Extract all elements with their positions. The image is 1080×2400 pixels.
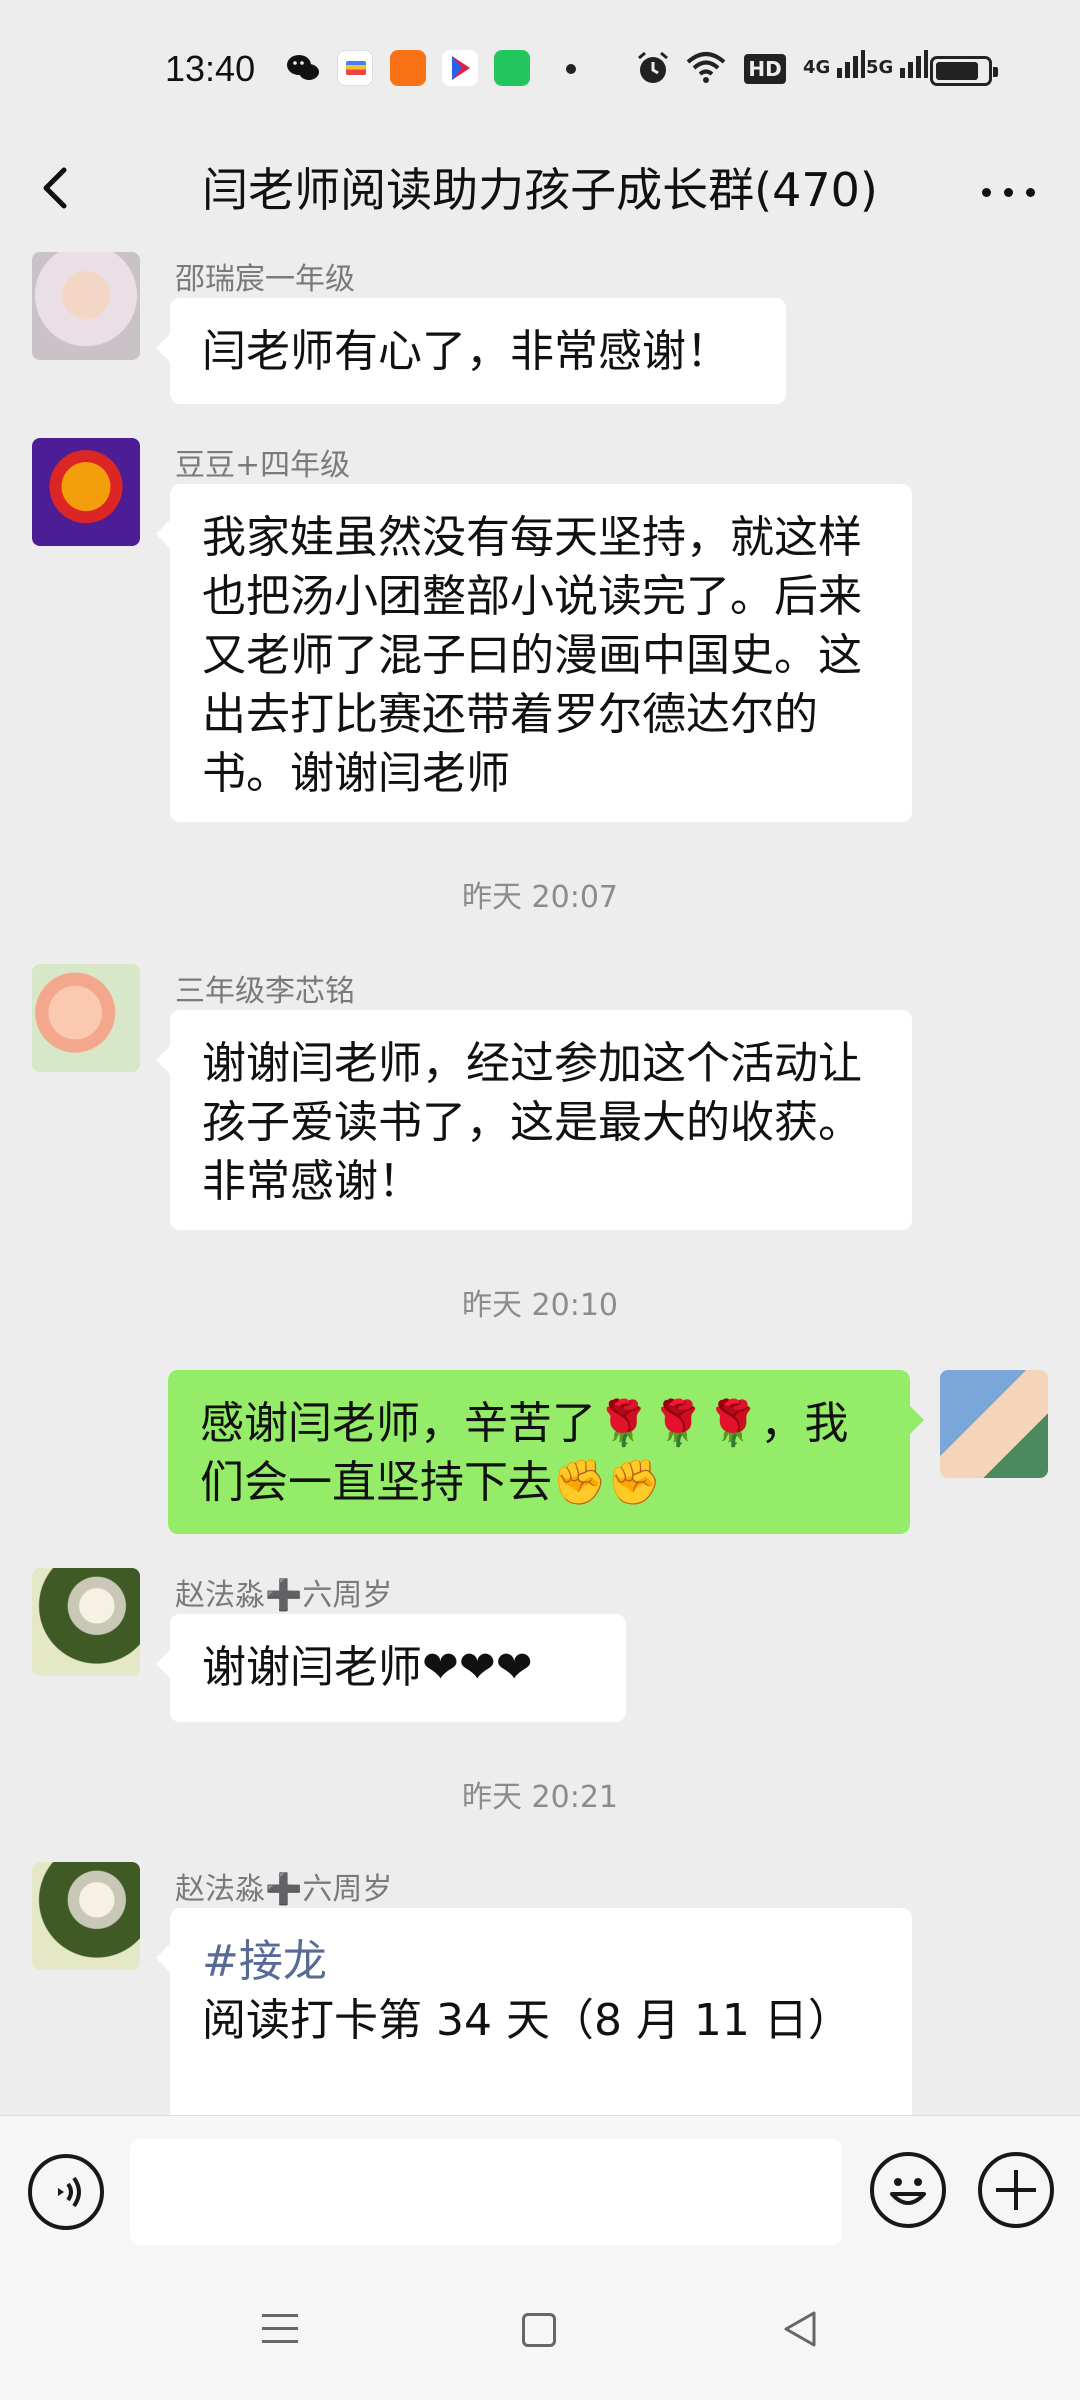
input-bar — [0, 2115, 1080, 2265]
app-notification-icon — [390, 50, 426, 86]
voice-button[interactable] — [28, 2154, 104, 2230]
more-actions-button[interactable] — [978, 2152, 1054, 2228]
system-nav-bar — [0, 2265, 1080, 2400]
signal-4g-icon: 4G — [803, 48, 866, 78]
video-app-icon — [442, 50, 478, 86]
sender-name: 三年级李芯铭 — [175, 974, 355, 1009]
alarm-icon — [635, 50, 671, 90]
wifi-icon — [685, 50, 727, 90]
menu-icon[interactable] — [262, 2310, 302, 2350]
chat-title: 闫老师阅读助力孩子成长群(470) — [202, 163, 878, 217]
message-timestamp: 昨天 20:21 — [462, 1780, 618, 1815]
signal-5g-icon: 5G — [866, 48, 929, 78]
message-bubble[interactable]: 闫老师有心了，非常感谢！ — [156, 298, 786, 404]
back-triangle-icon[interactable] — [780, 2309, 820, 2349]
battery-icon — [930, 56, 998, 86]
emoji-icon — [890, 2178, 926, 2205]
emoji-button[interactable] — [870, 2152, 946, 2228]
more-dots-icon — [982, 188, 991, 197]
status-bar: 13:40 HD 4G 5G — [0, 0, 1080, 140]
hd-icon: HD — [744, 54, 786, 84]
status-time: 13:40 — [165, 48, 256, 89]
sender-name: 赵法淼➕六周岁 — [175, 1872, 393, 1907]
sender-name: 赵法淼➕六周岁 — [175, 1578, 393, 1613]
wallet-app-icon — [337, 50, 373, 86]
avatar[interactable] — [32, 964, 140, 1072]
home-icon[interactable] — [522, 2313, 556, 2347]
message-timestamp: 昨天 20:07 — [462, 880, 618, 915]
wechat-notification-icon — [285, 50, 321, 86]
avatar[interactable] — [32, 1568, 140, 1676]
message-input[interactable] — [130, 2139, 842, 2245]
message-text: 阅读打卡第 34 天（8 月 11 日） — [202, 1995, 852, 2046]
sender-name: 豆豆+四年级 — [175, 448, 351, 483]
my-message-bubble[interactable]: 感谢闫老师，辛苦了🌹🌹🌹，我们会一直坚持下去✊✊ — [168, 1370, 924, 1534]
message-bubble[interactable]: #接龙 阅读打卡第 34 天（8 月 11 日） — [156, 1908, 912, 2115]
my-avatar[interactable] — [940, 1370, 1048, 1478]
message-bubble[interactable]: 谢谢闫老师，经过参加这个活动让孩子爱读书了，这是最大的收获。非常感谢！ — [156, 1010, 912, 1230]
sender-name: 邵瑞宸一年级 — [175, 262, 355, 297]
chat-message-list[interactable]: 邵瑞宸一年级 闫老师有心了，非常感谢！ 豆豆+四年级 我家娃虽然没有每天坚持，就… — [0, 240, 1080, 2115]
more-notifications-dot — [566, 64, 576, 74]
hashtag-link[interactable]: #接龙 — [202, 1932, 880, 1991]
message-timestamp: 昨天 20:10 — [462, 1288, 618, 1323]
avatar[interactable] — [32, 438, 140, 546]
more-options-button[interactable] — [970, 150, 1050, 230]
shopping-app-icon — [494, 50, 530, 86]
chevron-left-icon — [43, 167, 67, 209]
message-bubble[interactable]: 我家娃虽然没有每天坚持，就这样也把汤小团整部小说读完了。后来又老师了混子曰的漫画… — [156, 484, 912, 822]
voice-icon — [58, 2176, 81, 2208]
back-button[interactable] — [30, 148, 110, 228]
avatar[interactable] — [32, 252, 140, 360]
chat-header: 闫老师阅读助力孩子成长群(470) — [0, 140, 1080, 240]
avatar[interactable] — [32, 1862, 140, 1970]
message-bubble[interactable]: 谢谢闫老师❤❤❤ — [156, 1614, 626, 1722]
